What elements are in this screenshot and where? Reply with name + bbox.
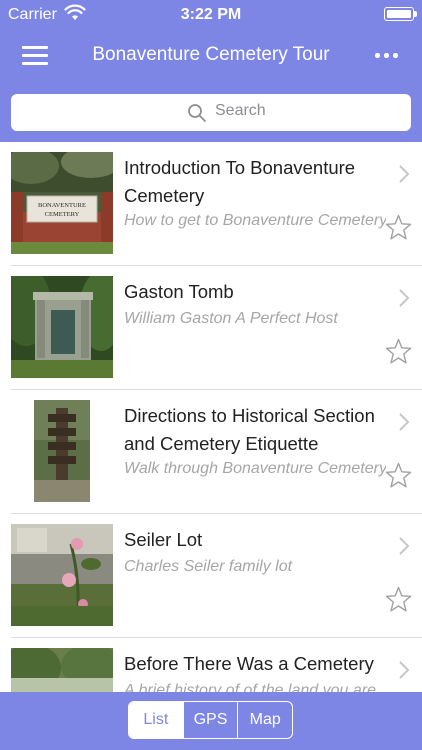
tour-item-subtitle: How to get to Bonaventure Cemetery (124, 212, 386, 229)
tour-item-title: Before There Was a Cemetery (124, 653, 374, 674)
tour-item-thumbnail (11, 648, 113, 692)
tour-item-title: Directions to Historical Section and Cem… (124, 405, 375, 454)
top-bar: Carrier 3:22 PM Bonaventure Cemetery Tou… (0, 0, 422, 88)
chevron-right-icon (399, 413, 410, 431)
list-item[interactable]: Directions to Historical Section and Cem… (0, 390, 422, 514)
favorite-star-icon[interactable] (385, 586, 412, 613)
tab-map[interactable]: Map (237, 702, 292, 738)
search-icon (188, 104, 206, 122)
svg-text:BONAVENTURE: BONAVENTURE (38, 202, 86, 209)
tour-item-thumbnail (11, 276, 113, 378)
tour-item-subtitle: Charles Seiler family lot (124, 558, 293, 575)
list-item[interactable]: Before There Was a Cemetery A brief hist… (0, 638, 422, 692)
page-title: Bonaventure Cemetery Tour (92, 44, 330, 65)
tour-item-thumbnail (34, 400, 90, 502)
list-item[interactable]: BONAVENTURE CEMETERY Introduction To Bon… (0, 142, 422, 266)
hamburger-menu-icon[interactable] (22, 44, 50, 66)
list-item[interactable]: Gaston Tomb William Gaston A Perfect Hos… (0, 266, 422, 390)
search-bar-area (0, 88, 422, 142)
tour-item-title: Gaston Tomb (124, 281, 234, 302)
list-item[interactable]: Seiler Lot Charles Seiler family lot (0, 514, 422, 638)
view-mode-segmented-control: List GPS Map (128, 701, 293, 739)
tour-item-title: Seiler Lot (124, 529, 203, 550)
chevron-right-icon (399, 661, 410, 679)
tour-item-subtitle: William Gaston A Perfect Host (124, 310, 338, 327)
tour-item-subtitle: A brief history of of the land you are (124, 682, 376, 692)
svg-text:CEMETERY: CEMETERY (45, 211, 80, 218)
chevron-right-icon (399, 537, 410, 555)
status-time: 3:22 PM (180, 6, 242, 23)
search-box[interactable] (11, 94, 411, 131)
tab-gps[interactable]: GPS (182, 702, 238, 738)
status-bar: Carrier 3:22 PM (0, 0, 422, 30)
tour-item-thumbnail: BONAVENTURE CEMETERY (11, 152, 113, 254)
bottom-bar: List GPS Map (0, 692, 422, 750)
tab-list[interactable]: List (129, 702, 183, 738)
favorite-star-icon[interactable] (385, 338, 412, 365)
favorite-star-icon[interactable] (385, 462, 412, 489)
battery-tip (414, 11, 417, 17)
favorite-star-icon[interactable] (385, 214, 412, 241)
search-input[interactable] (215, 102, 355, 120)
tour-item-title: Introduction To Bonaventure Cemetery (124, 157, 356, 206)
tour-item-thumbnail (11, 524, 113, 626)
tour-list: BONAVENTURE CEMETERY Introduction To Bon… (0, 142, 422, 692)
chevron-right-icon (399, 289, 410, 307)
more-dots-icon[interactable] (374, 48, 400, 62)
chevron-right-icon (399, 165, 410, 183)
tour-item-subtitle: Walk through Bonaventure Cemetery to t (124, 460, 386, 477)
battery-icon (384, 7, 414, 21)
